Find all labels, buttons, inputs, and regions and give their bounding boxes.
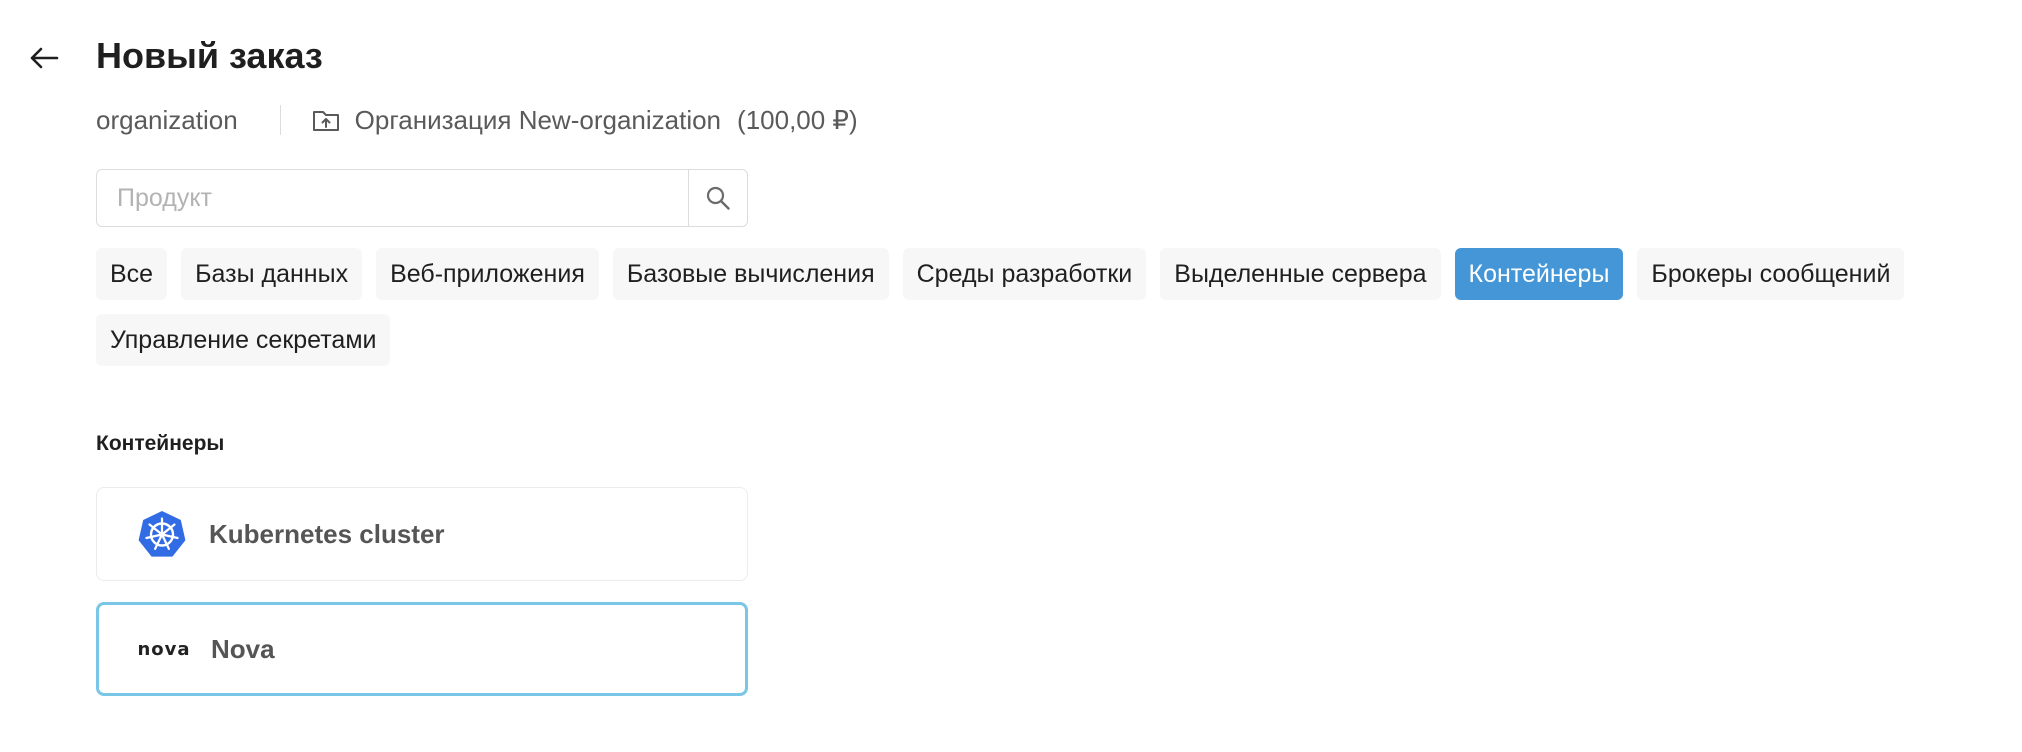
category-chip-dedicated-servers[interactable]: Выделенные сервера — [1160, 248, 1441, 300]
category-chip-web-apps[interactable]: Веб-приложения — [376, 248, 599, 300]
order-context: organization Организация New-organizatio… — [96, 100, 858, 140]
product-search — [96, 169, 748, 227]
category-chip-containers[interactable]: Контейнеры — [1454, 248, 1624, 300]
category-chip-all[interactable]: Все — [96, 248, 168, 300]
kubernetes-icon — [127, 509, 197, 559]
organization-selector[interactable]: Организация New-organization (100,00 ₽) — [311, 105, 858, 136]
category-chip-databases[interactable]: Базы данных — [181, 248, 363, 300]
organization-balance: (100,00 ₽) — [737, 104, 858, 135]
product-card-kubernetes[interactable]: Kubernetes cluster — [96, 487, 748, 581]
page-title: Новый заказ — [96, 35, 323, 76]
search-icon — [706, 186, 730, 210]
nova-logo-text: nova — [137, 638, 191, 660]
search-input[interactable] — [97, 170, 688, 226]
context-scope: organization — [96, 104, 238, 135]
category-chip-basic-compute[interactable]: Базовые вычисления — [612, 248, 889, 300]
category-chip-dev-environments[interactable]: Среды разработки — [902, 248, 1147, 300]
section-title: Контейнеры — [96, 432, 225, 455]
organization-name: Организация New-organization — [354, 104, 722, 135]
category-chip-secrets-management[interactable]: Управление секретами — [96, 314, 391, 366]
arrow-left-icon — [30, 47, 59, 69]
category-filters: Все Базы данных Веб-приложения Базовые в… — [96, 248, 2016, 366]
product-name: Kubernetes cluster — [209, 518, 445, 549]
product-card-nova[interactable]: nova Nova — [96, 602, 748, 696]
back-button[interactable] — [26, 40, 62, 76]
nova-logo: nova — [129, 639, 199, 660]
folder-upload-icon — [312, 111, 339, 131]
search-button[interactable] — [688, 170, 747, 226]
category-chip-message-brokers[interactable]: Брокеры сообщений — [1637, 248, 1905, 300]
product-name: Nova — [211, 633, 275, 664]
context-divider — [279, 105, 281, 135]
